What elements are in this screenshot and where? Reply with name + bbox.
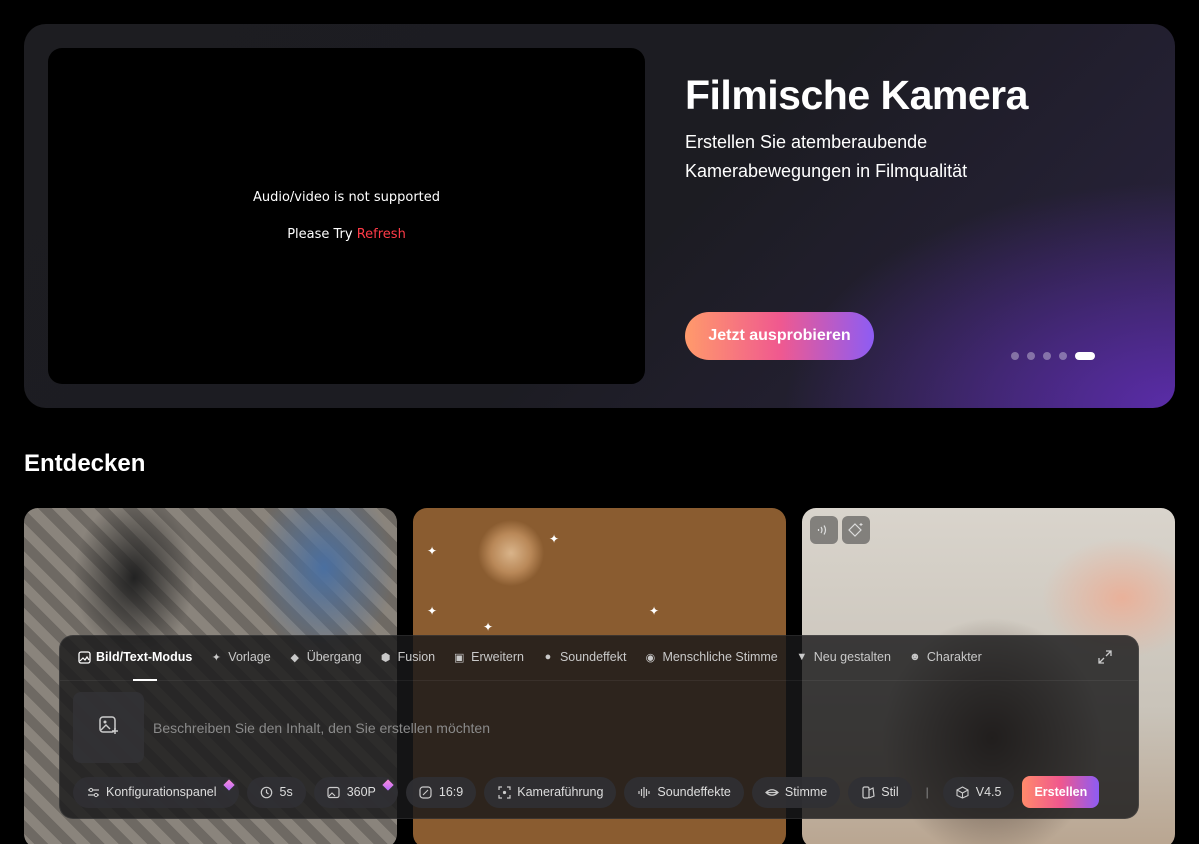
model-version-button[interactable]: V4.5	[942, 776, 1015, 808]
star-decoration: ✦	[483, 620, 494, 634]
add-image-icon	[98, 714, 120, 741]
try-now-button[interactable]: Jetzt ausprobieren	[685, 312, 874, 360]
aspect-ratio-icon	[419, 785, 433, 799]
carousel-dot[interactable]	[1059, 352, 1067, 360]
waveform-icon	[637, 785, 651, 799]
refresh-link[interactable]: Refresh	[357, 227, 406, 242]
mode-tabs: Bild/Text-Modus ✦ Vorlage ◆ Übergang ⬢ F…	[77, 650, 999, 664]
hero-banner: Audio/video is not supported Please Try …	[24, 24, 1175, 408]
tab-transition[interactable]: ◆ Übergang	[288, 650, 362, 664]
tab-label: Menschliche Stimme	[662, 650, 778, 664]
carousel-dot[interactable]	[1027, 352, 1035, 360]
tab-label: Soundeffekt	[559, 650, 627, 664]
tab-label: Vorlage	[228, 650, 271, 664]
star-decoration: ✦	[649, 604, 660, 618]
tab-extend[interactable]: ▣ Erweitern	[452, 650, 524, 664]
image-icon	[77, 650, 91, 664]
transition-icon: ◆	[290, 651, 299, 664]
tab-template[interactable]: ✦ Vorlage	[209, 650, 271, 664]
sound-effects-button[interactable]: Soundeffekte	[624, 776, 744, 808]
clock-icon	[260, 785, 274, 799]
config-panel-button[interactable]: Konfigurationspanel	[73, 776, 239, 808]
style-icon	[861, 785, 875, 799]
voice-button[interactable]: Stimme	[751, 776, 841, 808]
star-decoration: ✦	[427, 604, 438, 618]
camera-control-button[interactable]: Kameraführung	[484, 776, 617, 808]
sliders-icon	[86, 785, 100, 799]
tab-human-voice[interactable]: ◉ Menschliche Stimme	[643, 650, 778, 664]
video-unsupported-message: Audio/video is not supported	[252, 190, 441, 205]
audio-waves-icon	[810, 516, 838, 544]
aspect-ratio-label: 16:9	[438, 785, 464, 799]
card-badges	[810, 516, 870, 544]
premium-gem-icon	[222, 778, 235, 791]
create-button[interactable]: Erstellen	[1022, 776, 1100, 808]
tab-label: Übergang	[306, 650, 362, 664]
video-retry-line: Please Try Refresh	[287, 227, 406, 242]
discover-title: Entdecken	[24, 450, 146, 477]
duration-button[interactable]: 5s	[246, 776, 306, 808]
resolution-label: 360P	[346, 785, 376, 799]
sparkle-icon: ✦	[211, 651, 221, 664]
carousel-dot-active[interactable]	[1075, 352, 1095, 360]
duration-label: 5s	[279, 785, 293, 799]
hero-title: Filmische Kamera	[685, 72, 1028, 118]
extend-icon: ▣	[453, 651, 465, 664]
style-button[interactable]: Stil	[848, 776, 912, 808]
tab-label: Fusion	[397, 650, 436, 664]
tab-character[interactable]: ☻ Charakter	[908, 650, 982, 664]
camera-focus-icon	[497, 785, 511, 799]
face-icon: ☻	[909, 651, 921, 663]
tab-sound-effect[interactable]: ● Soundeffekt	[541, 650, 627, 664]
model-version-label: V4.5	[975, 785, 1002, 799]
resolution-button[interactable]: 360P	[313, 776, 398, 808]
tab-fusion[interactable]: ⬢ Fusion	[379, 650, 436, 664]
aspect-ratio-button[interactable]: 16:9	[405, 776, 477, 808]
tab-label: Charakter	[926, 650, 982, 664]
resolution-icon	[327, 785, 341, 799]
premium-gem-icon	[382, 778, 394, 791]
cube-icon: ⬢	[380, 651, 391, 664]
carousel-dot[interactable]	[1043, 352, 1051, 360]
tab-label: Neu gestalten	[813, 650, 891, 664]
expand-icon[interactable]	[1098, 650, 1114, 666]
prompt-input[interactable]	[153, 714, 1053, 742]
cube-icon	[956, 785, 970, 799]
star-decoration: ✦	[427, 544, 438, 558]
sound-icon: ●	[544, 651, 552, 663]
divider	[60, 680, 1138, 681]
sound-effects-label: Soundeffekte	[657, 785, 731, 799]
camera-control-label: Kameraführung	[517, 785, 604, 799]
tab-label: Bild/Text-Modus	[96, 650, 193, 664]
config-panel-label: Konfigurationspanel	[106, 785, 217, 799]
tab-restyle[interactable]: ▼ Neu gestalten	[795, 650, 891, 664]
carousel-dots	[1011, 352, 1095, 360]
star-decoration: ✦	[549, 532, 560, 546]
generation-toolbar: Konfigurationspanel 5s 360P 16:9 Kameraf…	[73, 776, 1100, 808]
carousel-dot[interactable]	[1011, 352, 1019, 360]
tab-label: Erweitern	[471, 650, 524, 664]
diamond-sparkle-icon	[842, 516, 870, 544]
brush-icon: ▼	[796, 651, 808, 663]
style-label: Stil	[881, 785, 899, 799]
tab-image-text-mode[interactable]: Bild/Text-Modus	[77, 650, 192, 664]
video-retry-label: Please Try	[287, 227, 353, 242]
lips-icon	[764, 785, 779, 799]
video-player[interactable]: Audio/video is not supported Please Try …	[48, 48, 645, 384]
lips-icon: ◉	[645, 651, 656, 664]
hero-subtitle: Erstellen Sie atemberaubende Kamerabeweg…	[685, 132, 968, 181]
voice-label: Stimme	[784, 785, 828, 799]
toolbar-separator: |	[925, 785, 929, 799]
image-upload-button[interactable]	[73, 692, 144, 763]
prompt-panel: Bild/Text-Modus ✦ Vorlage ◆ Übergang ⬢ F…	[59, 635, 1139, 819]
